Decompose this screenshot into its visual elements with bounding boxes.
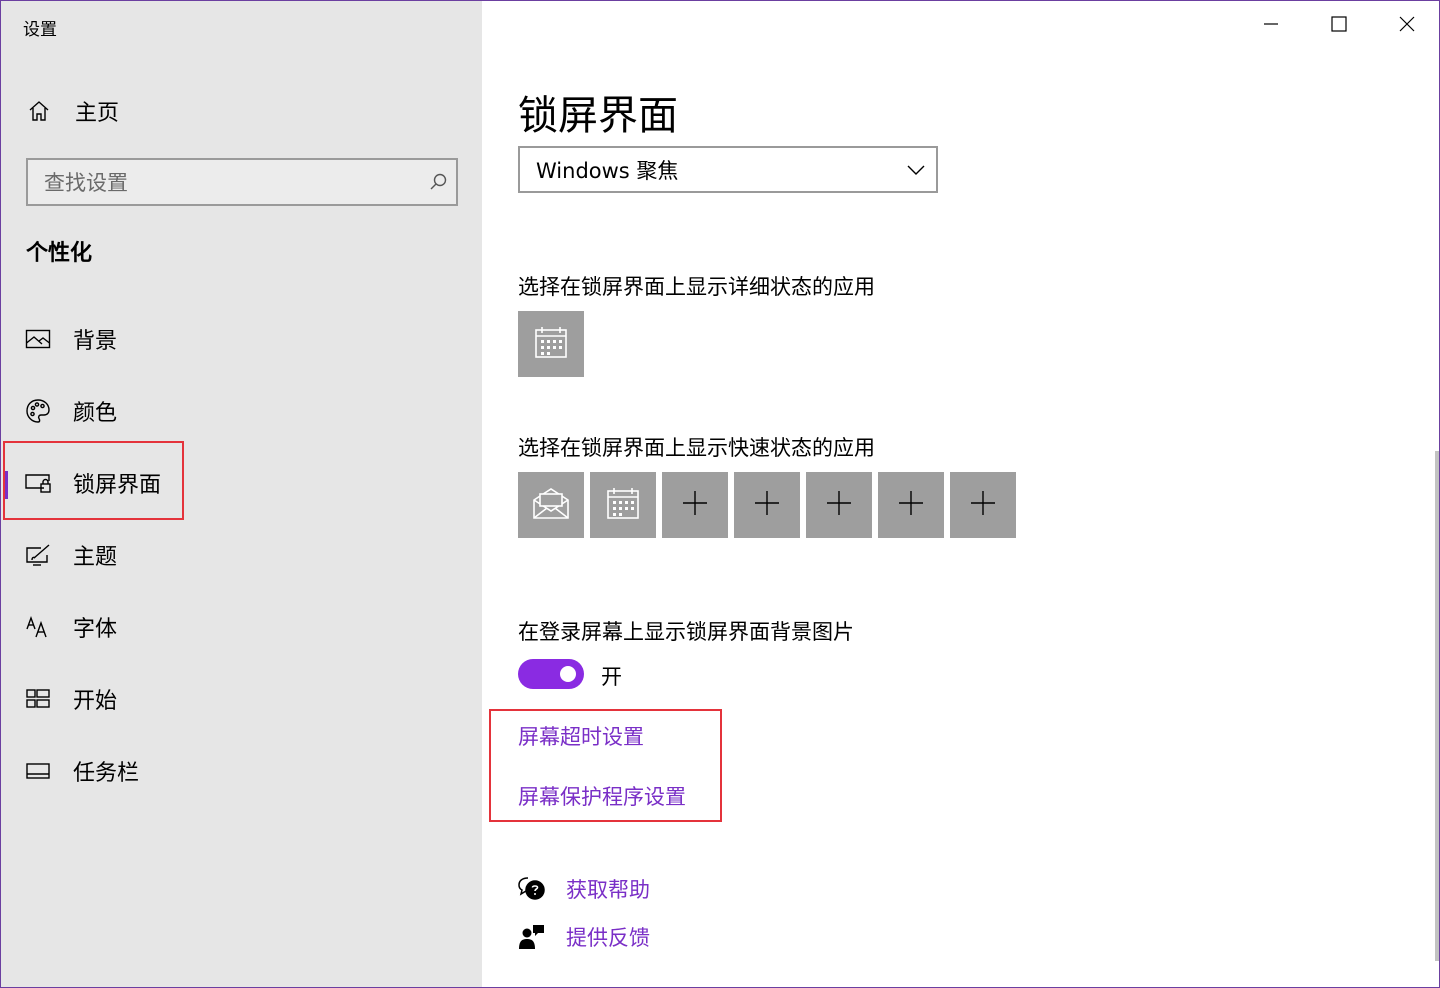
settings-window: 设置 主页 查找设置 个性化 背景 颜色 锁屏界面 主题 字体 开始 任务栏 锁…	[0, 0, 1440, 988]
palette-icon	[23, 396, 53, 426]
section-title: 个性化	[26, 241, 93, 266]
sidebar-item-colors[interactable]: 颜色	[1, 375, 482, 447]
close-button[interactable]	[1373, 1, 1439, 51]
search-icon[interactable]	[420, 164, 456, 200]
plus-icon	[682, 490, 708, 520]
get-help-link[interactable]: 获取帮助	[566, 874, 650, 904]
scrollbar[interactable]	[1435, 451, 1439, 961]
calendar-icon	[606, 486, 640, 524]
sidebar-item-background[interactable]: 背景	[1, 303, 482, 375]
quick-status-add-button[interactable]	[806, 472, 872, 538]
page-title: 锁屏界面	[518, 93, 678, 139]
give-feedback-row[interactable]: 提供反馈	[518, 922, 650, 952]
sidebar-item-themes[interactable]: 主题	[1, 519, 482, 591]
sidebar-item-label: 颜色	[73, 401, 118, 426]
detailed-status-label: 选择在锁屏界面上显示详细状态的应用	[518, 275, 875, 299]
minimize-button[interactable]	[1237, 1, 1305, 51]
quick-status-add-button[interactable]	[950, 472, 1016, 538]
toggle-state-label: 开	[601, 665, 622, 689]
feedback-icon	[518, 923, 546, 951]
plus-icon	[826, 490, 852, 520]
highlight-box-nav	[3, 441, 184, 520]
sidebar-nav: 背景 颜色 锁屏界面 主题 字体 开始 任务栏	[1, 303, 482, 807]
minimize-icon	[1263, 16, 1279, 36]
sidebar-item-label: 背景	[73, 329, 118, 354]
start-icon	[23, 684, 53, 714]
sidebar-item-label: 主题	[73, 545, 118, 570]
window-title: 设置	[23, 20, 57, 40]
sidebar-item-label: 任务栏	[73, 761, 140, 786]
quick-status-add-button[interactable]	[878, 472, 944, 538]
highlight-box-links	[489, 709, 722, 822]
window-controls	[1237, 1, 1439, 51]
mail-icon	[532, 486, 570, 524]
give-feedback-link[interactable]: 提供反馈	[566, 922, 650, 952]
maximize-icon	[1331, 16, 1347, 36]
chevron-down-icon	[896, 150, 936, 190]
background-select-value: Windows 聚焦	[536, 158, 679, 183]
sidebar-item-fonts[interactable]: 字体	[1, 591, 482, 663]
plus-icon	[898, 490, 924, 520]
search-placeholder: 查找设置	[44, 171, 128, 195]
taskbar-icon	[23, 756, 53, 786]
sidebar: 设置 主页 查找设置 个性化 背景 颜色 锁屏界面 主题 字体 开始 任务栏	[1, 1, 482, 987]
sidebar-item-home[interactable]: 主页	[23, 93, 119, 129]
quick-status-add-button[interactable]	[734, 472, 800, 538]
calendar-icon	[534, 325, 568, 363]
main-content: 锁屏界面 Windows 聚焦 选择在锁屏界面上显示详细状态的应用 选择在锁屏界…	[482, 1, 1439, 987]
close-icon	[1399, 16, 1415, 36]
detailed-status-app-calendar[interactable]	[518, 311, 584, 377]
signin-background-toggle[interactable]	[518, 659, 584, 689]
picture-icon	[23, 324, 53, 354]
get-help-row[interactable]: 获取帮助	[518, 874, 650, 904]
sidebar-item-label: 开始	[73, 689, 118, 714]
theme-icon	[23, 540, 53, 570]
signin-background-label: 在登录屏幕上显示锁屏界面背景图片	[518, 620, 854, 644]
search-input[interactable]: 查找设置	[26, 158, 458, 206]
sidebar-item-taskbar[interactable]: 任务栏	[1, 735, 482, 807]
quick-status-add-button[interactable]	[662, 472, 728, 538]
maximize-button[interactable]	[1305, 1, 1373, 51]
font-icon	[23, 612, 53, 642]
sidebar-item-start[interactable]: 开始	[1, 663, 482, 735]
background-select[interactable]: Windows 聚焦	[518, 146, 938, 193]
quick-status-label: 选择在锁屏界面上显示快速状态的应用	[518, 436, 875, 460]
plus-icon	[970, 490, 996, 520]
home-label: 主页	[75, 101, 120, 126]
quick-status-app-mail[interactable]	[518, 472, 584, 538]
quick-status-app-calendar[interactable]	[590, 472, 656, 538]
home-icon	[23, 95, 55, 127]
help-chat-icon	[518, 875, 546, 903]
toggle-knob	[560, 666, 576, 682]
sidebar-item-label: 字体	[73, 617, 118, 642]
plus-icon	[754, 490, 780, 520]
